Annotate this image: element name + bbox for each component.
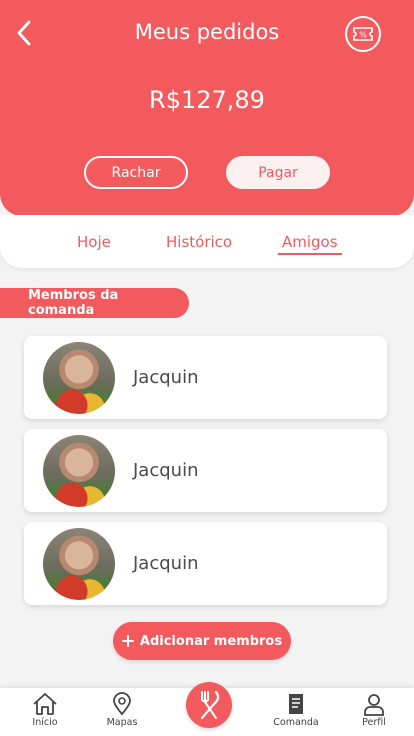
member-card[interactable]: Jacquin (24, 522, 387, 605)
avatar (43, 434, 115, 507)
plus-icon (121, 635, 134, 647)
add-members-label: Adicionar membros (139, 633, 283, 649)
pay-button[interactable]: Pagar (226, 156, 330, 189)
tab-today[interactable]: Hoje (77, 233, 111, 251)
nav-label: Mapas (106, 717, 138, 728)
receipt-icon (289, 694, 303, 714)
svg-text:%: % (359, 31, 367, 40)
nav-item-profile[interactable]: Perfil (344, 692, 404, 728)
user-icon (364, 694, 384, 716)
section-title: Membros da comanda (0, 288, 189, 318)
nav-item-maps[interactable]: Mapas (92, 692, 152, 728)
nav-label: Início (32, 717, 58, 728)
member-name: Jacquin (133, 553, 199, 574)
menu-fab-button[interactable] (186, 682, 232, 728)
member-card[interactable]: Jacquin (24, 336, 387, 419)
split-button[interactable]: Rachar (84, 156, 188, 189)
nav-label: Perfil (362, 717, 386, 728)
nav-label: Comanda (273, 717, 319, 728)
header: Meus pedidos % R$127,89 Rachar Pagar (0, 0, 414, 216)
nav-item-tab[interactable]: Comanda (266, 692, 326, 728)
avatar (43, 341, 115, 414)
map-pin-icon (113, 692, 131, 716)
order-total: R$127,89 (149, 86, 265, 114)
ticket-icon: % (353, 27, 373, 41)
member-name: Jacquin (133, 460, 199, 481)
active-tab-indicator (278, 253, 342, 255)
tab-bar: Hoje Histórico Amigos (0, 215, 414, 268)
member-name: Jacquin (133, 367, 199, 388)
tab-history[interactable]: Histórico (166, 233, 232, 251)
add-members-button[interactable]: Adicionar membros (113, 622, 291, 660)
nav-item-home[interactable]: Início (15, 692, 75, 728)
coupon-button[interactable]: % (345, 16, 381, 52)
avatar (43, 527, 115, 600)
tab-friends[interactable]: Amigos (282, 233, 338, 251)
fork-knife-icon (200, 690, 220, 720)
member-card[interactable]: Jacquin (24, 429, 387, 512)
home-icon (33, 693, 57, 715)
